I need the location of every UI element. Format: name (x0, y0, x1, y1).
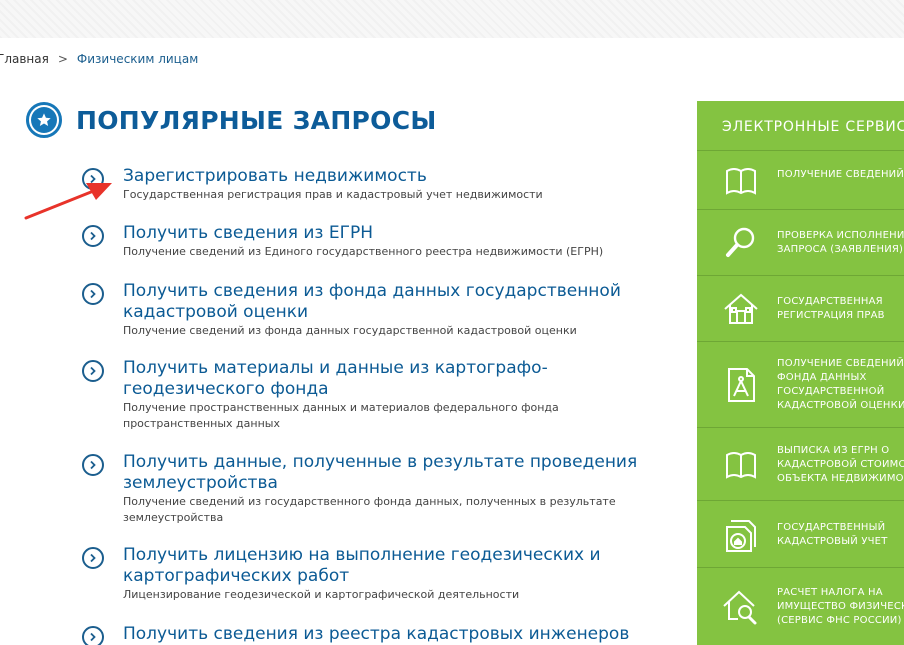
query-title[interactable]: Получить сведения из реестра кадастровых… (123, 624, 663, 645)
service-label-line: ЗАПРОСА (ЗАЯВЛЕНИЯ) (777, 244, 904, 255)
service-label-line: КАДАСТРОВЫЙ УЧЕТ (777, 536, 888, 547)
query-description: Государственная регистрация прав и кадас… (123, 188, 543, 201)
service-label: ГОСУДАРСТВЕННЫЙ КАДАСТРОВЫЙ УЧЕТ (777, 521, 888, 549)
service-label: ВЫПИСКА ИЗ ЕГРН О КАДАСТРОВОЙ СТОИМО ОБЪЕК… (777, 444, 904, 486)
chevron-right-icon[interactable] (82, 454, 104, 476)
query-title[interactable]: Получить материалы и данные из картограф… (123, 358, 663, 379)
popular-queries-header: ПОПУЛЯРНЫЕ ЗАПРОСЫ (26, 102, 437, 138)
star-icon (26, 102, 62, 138)
service-label: ПРОВЕРКА ИСПОЛНЕНИЯ ЗАПРОСА (ЗАЯВЛЕНИЯ) (777, 229, 904, 257)
query-title[interactable]: геодезического фонда (123, 379, 663, 400)
service-label-line: ИМУЩЕСТВО ФИЗИЧЕСК (777, 601, 904, 612)
chevron-right-icon[interactable] (82, 225, 104, 247)
service-label-line: ВЫПИСКА ИЗ ЕГРН О (777, 445, 890, 456)
service-label-line: ПОЛУЧЕНИЕ СВЕДЕНИЙ И (777, 358, 904, 369)
service-item[interactable]: ГОСУДАРСТВЕННЫЙ КАДАСТРОВЫЙ УЧЕТ (697, 500, 904, 567)
service-label-line: ОБЪЕКТА НЕДВИЖИМОС (777, 473, 904, 484)
top-header-strip (0, 0, 904, 38)
query-texts: Получить данные, полученные в результате… (123, 452, 663, 526)
breadcrumb-separator: > (57, 52, 68, 66)
query-texts: Получить сведения из фонда данных госуда… (123, 281, 663, 339)
query-title[interactable]: Получить лицензию на выполнение геодезич… (123, 545, 663, 566)
service-label-line: ГОСУДАРСТВЕННЫЙ (777, 522, 886, 533)
service-label-line: ГОСУДАРСТВЕННОЙ (777, 386, 885, 397)
query-description: Получение сведений из Единого государств… (123, 245, 604, 258)
service-item[interactable]: ГОСУДАРСТВЕННАЯ РЕГИСТРАЦИЯ ПРАВ (697, 275, 904, 341)
query-description: Получение сведений из государственного ф… (123, 495, 616, 508)
book-icon (721, 161, 761, 201)
query-title[interactable]: Получить сведения из ЕГРН (123, 223, 663, 244)
chevron-right-icon[interactable] (82, 626, 104, 645)
service-label-line: КАДАСТРОВОЙ ОЦЕНКИ (777, 400, 904, 411)
query-description: землеустройства (123, 511, 224, 524)
service-label-line: ПРОВЕРКА ИСПОЛНЕНИЯ (777, 230, 904, 241)
service-item[interactable]: РАСЧЕТ НАЛОГА НА ИМУЩЕСТВО ФИЗИЧЕСК (СЕРВИ… (697, 567, 904, 645)
chevron-right-icon[interactable] (82, 547, 104, 569)
query-title[interactable]: Получить данные, полученные в результате… (123, 452, 663, 473)
service-label: ПОЛУЧЕНИЕ СВЕДЕНИЙ Е (777, 168, 904, 182)
query-title[interactable]: Получить сведения из фонда данных госуда… (123, 281, 663, 302)
chevron-right-icon[interactable] (82, 168, 104, 190)
book-icon (721, 445, 761, 485)
query-description: пространственных данных (123, 417, 280, 430)
service-label: ПОЛУЧЕНИЕ СВЕДЕНИЙ И ФОНДА ДАННЫХ ГОСУДАРС… (777, 357, 904, 413)
compass-document-icon (721, 365, 761, 405)
query-texts: Зарегистрировать недвижимость Государстве… (123, 166, 663, 203)
service-label-line: КАДАСТРОВОЙ СТОИМО (777, 459, 904, 470)
house-search-icon (721, 587, 761, 627)
service-item[interactable]: ПРОВЕРКА ИСПОЛНЕНИЯ ЗАПРОСА (ЗАЯВЛЕНИЯ) (697, 209, 904, 275)
chevron-right-icon[interactable] (82, 360, 104, 382)
query-description: Получение пространственных данных и мате… (123, 401, 559, 414)
electronic-services-panel: ЭЛЕКТРОННЫЕ СЕРВИС ПОЛУЧЕНИЕ СВЕДЕНИЙ Е П… (697, 101, 904, 645)
breadcrumb-home-link[interactable]: Главная (0, 52, 49, 66)
query-description: Лицензирование геодезической и картограф… (123, 588, 520, 601)
service-label-line: ПОЛУЧЕНИЕ СВЕДЕНИЙ Е (777, 169, 904, 180)
service-item[interactable]: ПОЛУЧЕНИЕ СВЕДЕНИЙ И ФОНДА ДАННЫХ ГОСУДАРС… (697, 341, 904, 427)
service-label-line: РАСЧЕТ НАЛОГА НА (777, 587, 883, 598)
chevron-right-icon[interactable] (82, 283, 104, 305)
service-label-line: ГОСУДАРСТВЕННАЯ (777, 296, 883, 307)
service-label-line: (СЕРВИС ФНС РОССИИ) (777, 615, 902, 626)
query-texts: Получить сведения из реестра кадастровых… (123, 624, 663, 645)
magnifier-icon (721, 223, 761, 263)
cadastral-document-icon (721, 515, 761, 555)
house-icon (721, 289, 761, 329)
query-texts: Получить лицензию на выполнение геодезич… (123, 545, 663, 603)
service-label-line: РЕГИСТРАЦИЯ ПРАВ (777, 310, 885, 321)
service-label-line: ФОНДА ДАННЫХ (777, 372, 867, 383)
query-description: Получение сведений из фонда данных госуд… (123, 324, 577, 337)
query-texts: Получить сведения из ЕГРН Получение сведе… (123, 223, 663, 260)
query-title[interactable]: землеустройства (123, 473, 663, 494)
services-panel-title: ЭЛЕКТРОННЫЕ СЕРВИС (722, 119, 904, 135)
breadcrumb-current-link[interactable]: Физическим лицам (77, 52, 198, 66)
service-label: ГОСУДАРСТВЕННАЯ РЕГИСТРАЦИЯ ПРАВ (777, 295, 885, 323)
service-label: РАСЧЕТ НАЛОГА НА ИМУЩЕСТВО ФИЗИЧЕСК (СЕРВИ… (777, 586, 904, 628)
section-title: ПОПУЛЯРНЫЕ ЗАПРОСЫ (76, 105, 437, 135)
breadcrumb: Главная > Физическим лицам (0, 52, 198, 66)
query-texts: Получить материалы и данные из картограф… (123, 358, 663, 432)
query-title[interactable]: картографических работ (123, 566, 663, 587)
service-item[interactable]: ВЫПИСКА ИЗ ЕГРН О КАДАСТРОВОЙ СТОИМО ОБЪЕК… (697, 427, 904, 500)
query-title[interactable]: Зарегистрировать недвижимость (123, 166, 663, 187)
query-title[interactable]: кадастровой оценки (123, 302, 663, 323)
service-item[interactable]: ПОЛУЧЕНИЕ СВЕДЕНИЙ Е (697, 150, 904, 209)
